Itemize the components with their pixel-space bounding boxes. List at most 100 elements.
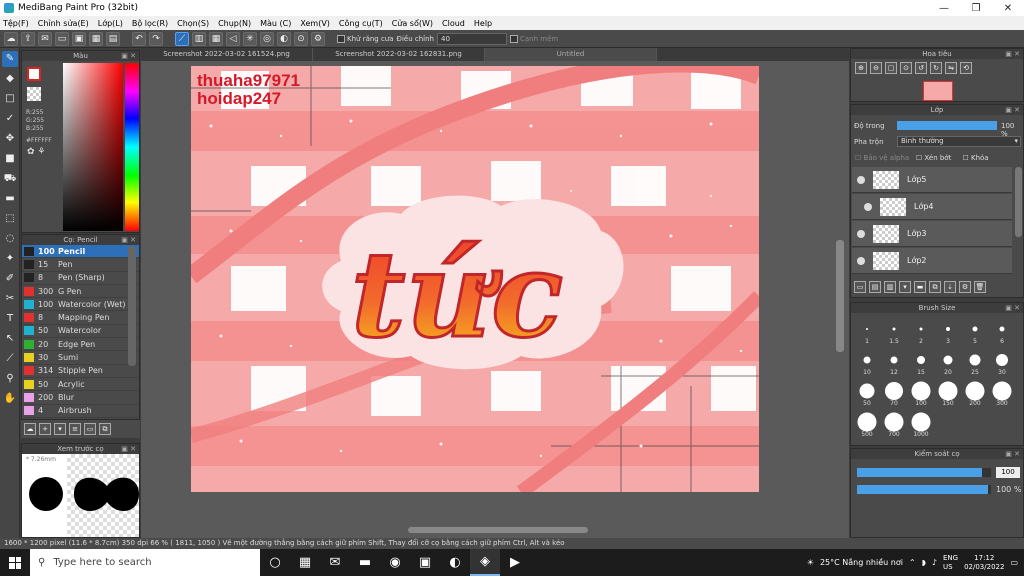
menu-snap[interactable]: Chụp(N) — [218, 19, 251, 28]
comment-icon[interactable]: ✉ — [38, 31, 52, 46]
brush-size-option[interactable]: 15 — [908, 348, 934, 378]
zoom-out-icon[interactable]: ⊖ — [870, 62, 882, 74]
brush-item[interactable]: 100 Watercolor (Wet) — [22, 298, 139, 312]
language-indicator[interactable]: ENG US — [943, 554, 958, 572]
select-eraser-tool-icon[interactable]: ✂ — [2, 291, 18, 307]
brush-item[interactable]: 200 Blur — [22, 391, 139, 405]
menu-file[interactable]: Tệp(F) — [3, 19, 29, 28]
brush-size-option[interactable]: 25 — [962, 348, 988, 378]
select-tool-icon[interactable]: ⬚ — [2, 211, 18, 227]
brush-size-option[interactable]: 1 — [854, 317, 880, 347]
mail-icon[interactable]: ✉ — [320, 549, 350, 576]
brush-item[interactable]: 4 Airbrush — [22, 405, 139, 418]
snap-ellipse-icon[interactable]: ⊙ — [294, 31, 308, 46]
brush-size-option[interactable]: 20 — [935, 348, 961, 378]
snap-cross-icon[interactable]: ▦ — [209, 31, 223, 46]
brush-size-option[interactable]: 1000 — [908, 410, 934, 440]
brush-menu-icon[interactable]: ▾ — [54, 423, 66, 435]
layer-folder-icon[interactable]: ▬ — [914, 281, 926, 293]
delete-layer-icon[interactable]: 🗑 — [974, 281, 986, 293]
antialias-checkbox[interactable] — [337, 34, 345, 43]
background-swatch[interactable] — [27, 87, 41, 101]
snap-off-icon[interactable]: ⟋ — [175, 31, 189, 46]
new-layer-icon[interactable]: ▭ — [854, 281, 866, 293]
layer-row-3[interactable]: Lớp3 — [852, 221, 1012, 247]
navigator-thumbnail[interactable] — [923, 81, 953, 101]
new-8bit-layer-icon[interactable]: ▥ — [884, 281, 896, 293]
divide-tool-icon[interactable]: ⟋ — [2, 351, 18, 367]
menu-select[interactable]: Chọn(S) — [177, 19, 209, 28]
eye-icon[interactable] — [857, 175, 865, 184]
volume-icon[interactable]: ♪ — [932, 558, 937, 567]
brush-opacity-slider[interactable] — [857, 485, 991, 494]
fit-icon[interactable]: ▢ — [885, 62, 897, 74]
soft-edge-checkbox[interactable] — [510, 34, 518, 43]
weather-text[interactable]: 25°C Nắng nhiều nơi — [820, 558, 903, 567]
brush-tool-icon[interactable]: ✎ — [2, 51, 18, 67]
correction-select[interactable]: 40 — [437, 32, 507, 45]
duplicate-layer-icon[interactable]: ⧉ — [929, 281, 941, 293]
chrome-icon[interactable]: ◉ — [380, 549, 410, 576]
menu-layer[interactable]: Lớp(L) — [98, 19, 123, 28]
bucket-tool-icon[interactable]: ⛟ — [2, 171, 18, 187]
file-explorer-icon[interactable]: ▬ — [350, 549, 380, 576]
snap-circle-icon[interactable]: ◎ — [260, 31, 274, 46]
foreground-swatch[interactable] — [27, 67, 41, 81]
settings-icon[interactable]: ⚙ — [311, 31, 325, 46]
brush-item[interactable]: 300 G Pen — [22, 285, 139, 299]
panel-close-icon[interactable]: ▣ ✕ — [1005, 105, 1020, 115]
snap-radial-icon[interactable]: ✳ — [243, 31, 257, 46]
artwork-canvas[interactable]: tức thuaha97971 hoidap247 — [191, 66, 759, 492]
clipping-option[interactable]: ☐ Xén bớt — [916, 154, 951, 162]
layer-opacity-slider[interactable] — [897, 121, 997, 130]
rect-tool-icon[interactable]: □ — [2, 91, 18, 107]
brush-size-option[interactable]: 100 — [908, 379, 934, 409]
protect-alpha-option[interactable]: ☐ Bảo vệ alpha — [855, 154, 909, 162]
new-file-icon[interactable]: ▭ — [55, 31, 69, 46]
brush-size-option[interactable]: 5 — [962, 317, 988, 347]
color-wheel-icon[interactable]: ✿ ⚘ — [27, 147, 45, 157]
brush-size-option[interactable]: 70 — [881, 379, 907, 409]
move-tool-icon[interactable]: ✥ — [2, 131, 18, 147]
reset-icon[interactable]: ⟲ — [960, 62, 972, 74]
rotate-left-icon[interactable]: ↺ — [915, 62, 927, 74]
layer-settings-icon[interactable]: ⚙ — [959, 281, 971, 293]
menu-view[interactable]: Xem(V) — [300, 19, 330, 28]
grid-icon[interactable]: ▦ — [89, 31, 103, 46]
canvas-horizontal-scrollbar[interactable] — [408, 527, 588, 533]
eraser-tool-icon[interactable]: ◆ — [2, 71, 18, 87]
add-brush-icon[interactable]: + — [39, 423, 51, 435]
panel-close-icon[interactable]: ▣ ✕ — [121, 444, 136, 454]
panel-icon[interactable]: ▤ — [106, 31, 120, 46]
eye-icon[interactable] — [857, 229, 865, 238]
brush-item[interactable]: 20 Edge Pen — [22, 338, 139, 352]
text-tool-icon[interactable]: T — [2, 311, 18, 327]
eye-icon[interactable] — [857, 256, 865, 265]
antialias-toggle[interactable]: Khử răng cưa — [337, 34, 394, 43]
layer-row-5[interactable]: Lớp5 — [852, 167, 1012, 193]
hue-slider[interactable] — [125, 63, 139, 231]
brush-item[interactable]: 100Pencil⚙ — [22, 245, 139, 259]
menu-cloud[interactable]: Cloud — [442, 19, 465, 28]
brush-size-option[interactable]: 10 — [854, 348, 880, 378]
eyedropper-tool-icon[interactable]: ⚲ — [2, 371, 18, 387]
brush-size-option[interactable]: 50 — [854, 379, 880, 409]
save-icon[interactable]: ▣ — [72, 31, 86, 46]
rotate-right-icon[interactable]: ↻ — [930, 62, 942, 74]
brush-size-option[interactable]: 2 — [908, 317, 934, 347]
cloud-brush-icon[interactable]: ☁ — [24, 423, 36, 435]
clock[interactable]: 17:12 02/03/2022 — [964, 554, 1004, 572]
zoom-app-icon[interactable]: ▶ — [500, 549, 530, 576]
brush-settings-icon[interactable]: ≡ — [69, 423, 81, 435]
brush-item[interactable]: 50 Watercolor — [22, 325, 139, 339]
brush-size-option[interactable]: 3 — [935, 317, 961, 347]
brush-item[interactable]: 314 Stipple Pen — [22, 365, 139, 378]
layer-list-scrollbar[interactable] — [1015, 167, 1022, 237]
menu-edit[interactable]: Chỉnh sửa(E) — [38, 19, 89, 28]
menu-tools[interactable]: Công cụ(T) — [339, 19, 383, 28]
lock-option[interactable]: ☐ Khóa — [962, 154, 988, 162]
pen-select-tool-icon[interactable]: ✐ — [2, 271, 18, 287]
layer-row-4[interactable]: Lớp4 — [852, 194, 1012, 220]
saturation-value-picker[interactable] — [63, 63, 123, 231]
brush-size-value[interactable]: 100 — [996, 467, 1020, 478]
